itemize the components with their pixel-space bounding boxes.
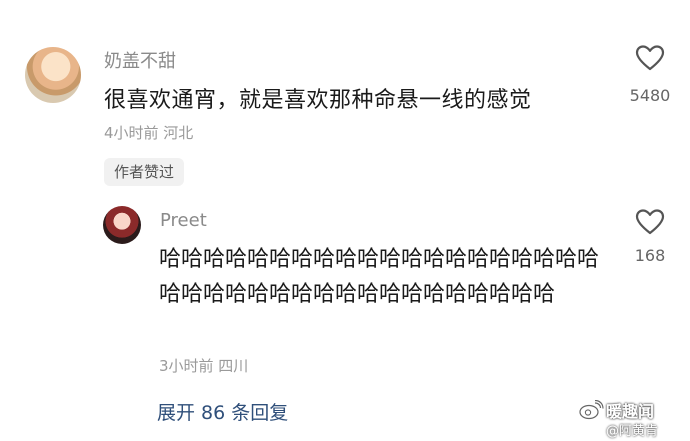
like-count: 168 bbox=[634, 246, 666, 265]
user-avatar[interactable] bbox=[103, 206, 141, 244]
author-liked-badge: 作者赞过 bbox=[104, 158, 185, 186]
like-count: 5480 bbox=[629, 86, 671, 105]
comment-text: 很喜欢通宵，就是喜欢那种命悬一线的感觉 bbox=[104, 88, 532, 113]
expand-replies-button[interactable]: 展开 86 条回复 bbox=[157, 398, 288, 425]
reply-meta: 3小时前 四川 bbox=[159, 357, 249, 375]
comment-meta: 4小时前 河北 bbox=[104, 124, 194, 142]
weibo-logo-icon bbox=[578, 399, 604, 420]
user-avatar[interactable] bbox=[25, 47, 81, 103]
heart-outline-icon[interactable] bbox=[622, 44, 678, 72]
watermark-brand: 暖趣闻 bbox=[606, 402, 655, 421]
reply-text: 哈哈哈哈哈哈哈哈哈哈哈哈哈哈哈哈哈哈哈哈哈哈哈哈哈哈哈哈哈哈哈哈哈哈哈哈哈哈 bbox=[159, 247, 600, 307]
reply-username[interactable]: Preet bbox=[160, 210, 207, 231]
reply-item: Preet 哈哈哈哈哈哈哈哈哈哈哈哈哈哈哈哈哈哈哈哈哈哈哈哈哈哈哈哈哈哈哈哈哈哈… bbox=[0, 190, 690, 375]
comment-item: 奶盖不甜 很喜欢通宵，就是喜欢那种命悬一线的感觉 4小时前 河北 作者赞过 54… bbox=[0, 0, 690, 190]
watermark-user: @阿黄肯 bbox=[606, 424, 659, 439]
watermark: 暖趣闻 @阿黄肯 bbox=[578, 398, 686, 439]
comment-username[interactable]: 奶盖不甜 bbox=[104, 47, 176, 73]
heart-outline-icon[interactable] bbox=[622, 208, 678, 236]
